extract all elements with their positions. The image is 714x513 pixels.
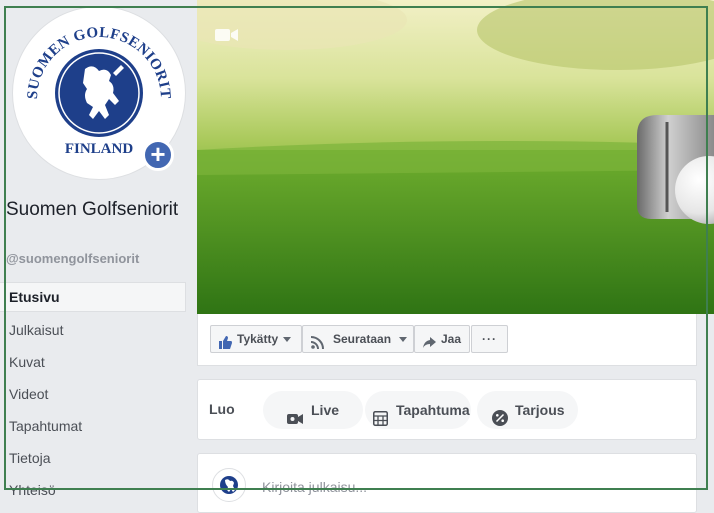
cover-video[interactable] [197, 0, 714, 314]
following-button-label: Seurataan [333, 332, 392, 346]
calendar-icon [373, 402, 388, 440]
share-button[interactable]: Jaa [414, 325, 470, 353]
sidebar-item-yhteiso[interactable]: Yhteisö [0, 474, 186, 506]
live-button[interactable]: Live [263, 391, 363, 429]
event-button[interactable]: Tapahtuma [365, 391, 471, 429]
rss-icon [310, 332, 324, 358]
like-button[interactable]: Tykätty [210, 325, 302, 353]
live-button-label: Live [311, 402, 340, 418]
post-composer[interactable]: Kirjoita julkaisu... [197, 453, 697, 513]
page-username[interactable]: @suomengolfseniorit [6, 251, 139, 266]
page-action-bar: Tykätty Seurataan Jaa ··· [197, 314, 697, 366]
sidebar-item-julkaisut[interactable]: Julkaisut [0, 314, 186, 346]
following-button[interactable]: Seurataan [302, 325, 414, 353]
more-options-button[interactable]: ··· [471, 325, 508, 353]
add-profile-photo-button[interactable]: + [142, 139, 174, 171]
sidebar-item-tapahtumat[interactable]: Tapahtumat [0, 410, 186, 442]
composer-input[interactable]: Kirjoita julkaisu... [262, 479, 367, 495]
create-card: Luo Live Tapahtuma Tarjous [197, 379, 697, 440]
share-arrow-icon [423, 332, 436, 358]
page-sidebar: SUOMEN GOLFSENIORIT FINLAND + Suomen Gol… [0, 0, 192, 498]
chevron-down-icon [283, 337, 291, 342]
page-title[interactable]: Suomen Golfseniorit [6, 197, 186, 223]
video-camera-icon [215, 27, 239, 48]
sidebar-item-kuvat[interactable]: Kuvat [0, 346, 186, 378]
sidebar-item-videot[interactable]: Videot [0, 378, 186, 410]
plus-icon: + [150, 139, 166, 169]
video-camera-icon [287, 402, 303, 440]
offer-button[interactable]: Tarjous [477, 391, 578, 429]
share-button-label: Jaa [441, 332, 462, 346]
percent-icon [492, 402, 508, 440]
offer-button-label: Tarjous [515, 402, 565, 418]
create-title: Luo [209, 401, 235, 417]
golf-course-cover-image [197, 0, 714, 314]
sidebar-nav: Etusivu Julkaisut Kuvat Videot Tapahtuma… [0, 282, 186, 506]
sidebar-item-etusivu[interactable]: Etusivu [0, 282, 186, 312]
sidebar-item-tietoja[interactable]: Tietoja [0, 442, 186, 474]
thumbs-up-icon [219, 332, 232, 358]
chevron-down-icon [399, 337, 407, 342]
logo-bottom-text: FINLAND [65, 141, 134, 157]
event-button-label: Tapahtuma [396, 402, 470, 418]
like-button-label: Tykätty [237, 332, 279, 346]
